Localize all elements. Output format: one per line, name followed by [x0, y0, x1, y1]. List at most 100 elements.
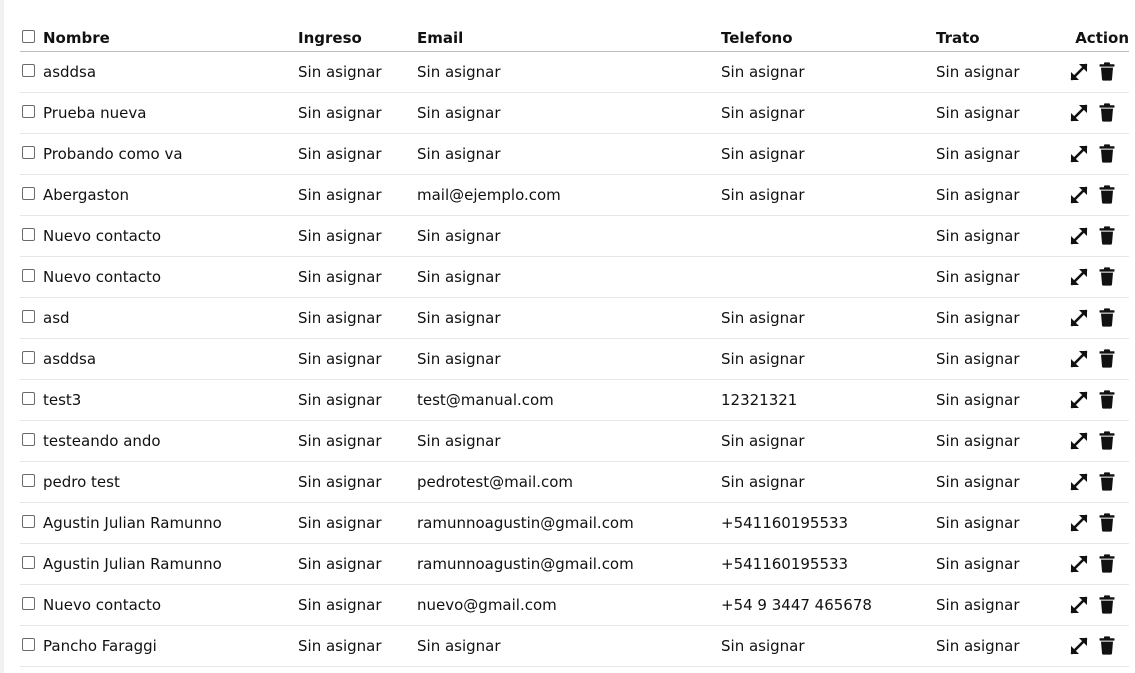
delete-button[interactable] [1099, 472, 1115, 491]
cell-email: ramunnoagustin@gmail.com [417, 554, 634, 573]
cell-trato: Sin asignar [936, 554, 1020, 573]
expand-button[interactable] [1068, 594, 1090, 616]
expand-button[interactable] [1068, 307, 1090, 329]
table-row: Agustin Julian Ramunno Sin asignar ramun… [20, 543, 1129, 584]
cell-ingreso: Sin asignar [298, 62, 382, 81]
expand-button[interactable] [1068, 61, 1090, 83]
row-checkbox[interactable] [22, 637, 35, 651]
delete-button[interactable] [1099, 103, 1115, 122]
expand-button[interactable] [1068, 266, 1090, 288]
cell-action [1046, 502, 1129, 543]
expand-icon [1070, 596, 1088, 613]
cell-nombre: Nuevo contacto [20, 215, 298, 256]
delete-button[interactable] [1099, 308, 1115, 327]
delete-button[interactable] [1099, 390, 1115, 409]
row-actions [1046, 471, 1129, 493]
cell-telefono: +54 9 3447 465678 [721, 595, 872, 614]
header-nombre-label: Nombre [43, 28, 110, 47]
cell-nombre: test3 [20, 379, 298, 420]
delete-button[interactable] [1099, 267, 1115, 286]
contact-name: Probando como va [43, 144, 183, 163]
cell-email: Sin asignar [417, 144, 501, 163]
row-checkbox[interactable] [22, 350, 35, 364]
row-actions [1046, 184, 1129, 206]
expand-icon [1070, 104, 1088, 121]
cell-action [1046, 174, 1129, 215]
contact-name: Abergaston [43, 185, 130, 204]
trash-icon [1099, 103, 1115, 122]
cell-action [1046, 51, 1129, 92]
row-actions [1046, 512, 1129, 534]
row-checkbox[interactable] [22, 473, 35, 487]
cell-action [1046, 338, 1129, 379]
cell-nombre: pedro test [20, 461, 298, 502]
contact-name: Agustin Julian Ramunno [43, 513, 222, 532]
row-checkbox[interactable] [22, 186, 35, 200]
delete-button[interactable] [1099, 349, 1115, 368]
row-checkbox[interactable] [22, 104, 35, 118]
cell-email: Sin asignar [417, 349, 501, 368]
row-checkbox[interactable] [22, 391, 35, 405]
row-checkbox[interactable] [22, 432, 35, 446]
trash-icon [1099, 554, 1115, 573]
cell-telefono: Sin asignar [721, 636, 805, 655]
row-checkbox[interactable] [22, 596, 35, 610]
table-row: Nuevo contacto Sin asignar Sin asignar S… [20, 215, 1129, 256]
expand-button[interactable] [1068, 143, 1090, 165]
trash-icon [1099, 513, 1115, 532]
cell-telefono: +541160195533 [721, 554, 849, 573]
delete-button[interactable] [1099, 513, 1115, 532]
cell-ingreso: Sin asignar [298, 144, 382, 163]
contact-name: test3 [43, 390, 82, 409]
expand-button[interactable] [1068, 512, 1090, 534]
delete-button[interactable] [1099, 636, 1115, 655]
row-actions [1046, 430, 1129, 452]
expand-button[interactable] [1068, 225, 1090, 247]
trash-icon [1099, 62, 1115, 81]
expand-button[interactable] [1068, 102, 1090, 124]
expand-button[interactable] [1068, 348, 1090, 370]
cell-trato: Sin asignar [936, 185, 1020, 204]
cell-telefono: 12321321 [721, 390, 798, 409]
trash-icon [1099, 595, 1115, 614]
cell-telefono: Sin asignar [721, 185, 805, 204]
row-checkbox[interactable] [22, 514, 35, 528]
expand-button[interactable] [1068, 389, 1090, 411]
expand-button[interactable] [1068, 430, 1090, 452]
table-row: Nuevo contacto Sin asignar nuevo@gmail.c… [20, 584, 1129, 625]
row-checkbox[interactable] [22, 145, 35, 159]
cell-trato: Sin asignar [936, 513, 1020, 532]
expand-icon [1070, 350, 1088, 367]
row-checkbox[interactable] [22, 309, 35, 323]
expand-button[interactable] [1068, 471, 1090, 493]
contact-name: pedro test [43, 472, 120, 491]
row-checkbox[interactable] [22, 227, 35, 241]
expand-button[interactable] [1068, 635, 1090, 657]
delete-button[interactable] [1099, 431, 1115, 450]
cell-email: ramunnoagustin@gmail.com [417, 513, 634, 532]
cell-trato: Sin asignar [936, 103, 1020, 122]
row-checkbox[interactable] [22, 268, 35, 282]
cell-email: pedrotest@mail.com [417, 472, 574, 491]
expand-button[interactable] [1068, 184, 1090, 206]
contact-name: Nuevo contacto [43, 267, 162, 286]
table-row: asd Sin asignar Sin asignar Sin asignar … [20, 297, 1129, 338]
delete-button[interactable] [1099, 62, 1115, 81]
delete-button[interactable] [1099, 226, 1115, 245]
row-checkbox[interactable] [22, 63, 35, 77]
delete-button[interactable] [1099, 144, 1115, 163]
contact-name: Nuevo contacto [43, 226, 162, 245]
cell-trato: Sin asignar [936, 349, 1020, 368]
delete-button[interactable] [1099, 185, 1115, 204]
select-all-checkbox[interactable] [22, 29, 35, 43]
cell-nombre: Nuevo contacto [20, 256, 298, 297]
cell-trato: Sin asignar [936, 267, 1020, 286]
delete-button[interactable] [1099, 554, 1115, 573]
header-nombre: Nombre [20, 16, 298, 51]
contact-name: asd [43, 308, 70, 327]
contact-name: asddsa [43, 62, 97, 81]
row-checkbox[interactable] [22, 555, 35, 569]
expand-button[interactable] [1068, 553, 1090, 575]
delete-button[interactable] [1099, 595, 1115, 614]
cell-ingreso: Sin asignar [298, 472, 382, 491]
